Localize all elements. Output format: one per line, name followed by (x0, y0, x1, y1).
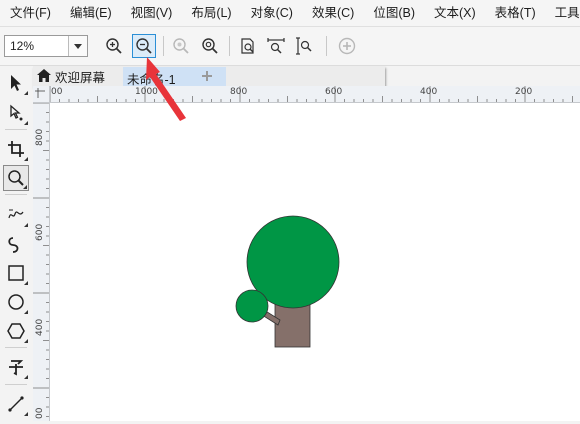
zoom-in-button[interactable] (102, 34, 126, 58)
menu-file[interactable]: 文件(F) (0, 0, 60, 26)
plus-icon (202, 71, 212, 81)
menu-edit[interactable]: 编辑(E) (60, 0, 121, 26)
zoom-page-icon (241, 38, 254, 54)
shape-tool[interactable] (3, 100, 29, 126)
shape-edit-icon (10, 104, 23, 121)
menu-view[interactable]: 视图(V) (121, 0, 182, 26)
ruler-label: 1000 (135, 87, 158, 97)
tree-crown-small[interactable] (235, 289, 269, 323)
menu-text[interactable]: 文本(X) (424, 0, 485, 26)
add-icon (338, 37, 356, 55)
zoom-page-width-icon (267, 38, 285, 54)
text-icon (9, 360, 24, 376)
vertical-ruler[interactable]: 800 600 400 00 (33, 86, 50, 421)
zoom-fit-all-button[interactable] (198, 34, 222, 58)
toolbar-divider (229, 36, 230, 56)
zoom-tool[interactable] (3, 165, 29, 191)
zoom-level-value: 12% (10, 39, 35, 53)
zoom-page-height-button[interactable] (292, 34, 316, 58)
crop-icon (8, 141, 24, 157)
ellipse-icon (8, 294, 24, 310)
zoom-out-button[interactable] (132, 34, 156, 58)
ruler-label: 400 (420, 87, 438, 97)
menu-tools[interactable]: 工具(O) (545, 0, 580, 26)
horizontal-ruler[interactable]: 00 1000 800 600 400 200 (33, 86, 580, 103)
menu-bitmaps[interactable]: 位图(B) (363, 0, 424, 26)
tab-welcome-label: 欢迎屏幕 (55, 70, 106, 85)
menu-layout[interactable]: 布局(L) (181, 0, 240, 26)
zoom-selected-icon (173, 38, 189, 54)
ruler-label: 200 (515, 87, 533, 97)
drawing-canvas[interactable] (50, 103, 580, 421)
ruler-label: 800 (230, 87, 248, 97)
zoom-out-icon (136, 38, 152, 54)
add-tab-button[interactable] (199, 68, 215, 84)
rectangle-icon (8, 265, 24, 281)
toolbox (0, 66, 34, 421)
toolbox-divider (5, 129, 27, 130)
freehand-icon (8, 209, 24, 219)
polygon-icon (7, 323, 25, 339)
ruler-label: 400 (35, 318, 45, 336)
zoom-fit-all-icon (202, 38, 218, 54)
freehand-tool[interactable] (3, 202, 29, 228)
crop-tool[interactable] (3, 136, 29, 162)
add-zoom-button[interactable] (335, 34, 359, 58)
ruler-origin[interactable] (33, 86, 50, 103)
artistic-media-icon (8, 237, 19, 253)
text-tool[interactable] (3, 354, 29, 380)
rectangle-tool[interactable] (3, 260, 29, 286)
zoom-page-height-icon (296, 37, 312, 55)
toolbar-divider (163, 36, 164, 56)
toolbar-divider (326, 36, 327, 56)
ruler-origin-icon (35, 88, 45, 98)
menu-table[interactable]: 表格(T) (485, 0, 545, 26)
ruler-label: 800 (35, 128, 45, 146)
ruler-label: 600 (325, 87, 343, 97)
toolbox-divider (5, 347, 27, 348)
zoom-selected-button[interactable] (169, 34, 193, 58)
menu-bar: 文件(F) 编辑(E) 视图(V) 布局(L) 对象(C) 效果(C) 位图(B… (0, 0, 580, 27)
chevron-down-icon[interactable] (68, 36, 87, 56)
zoom-page-button[interactable] (236, 34, 260, 58)
toolbox-divider (5, 384, 27, 385)
menu-effects[interactable]: 效果(C) (302, 0, 363, 26)
pick-tool[interactable] (3, 70, 29, 96)
horizontal-ruler-ticks (49, 86, 573, 102)
connector-tool[interactable] (3, 391, 29, 417)
tree-drawing (235, 215, 340, 348)
polygon-tool[interactable] (3, 318, 29, 344)
ruler-label: 00 (51, 87, 63, 97)
ellipse-tool[interactable] (3, 289, 29, 315)
ruler-label: 00 (35, 407, 45, 419)
zoom-toolbar: 12% (0, 27, 580, 66)
artistic-media-tool[interactable] (3, 231, 29, 257)
zoom-level-combo[interactable]: 12% (4, 35, 88, 57)
menu-object[interactable]: 对象(C) (241, 0, 302, 26)
zoom-page-width-button[interactable] (264, 34, 288, 58)
pointer-icon (11, 75, 21, 91)
ruler-label: 600 (35, 223, 45, 241)
zoom-in-icon (106, 38, 122, 54)
toolbox-divider (5, 194, 27, 195)
connector-icon (8, 396, 24, 412)
home-icon (37, 69, 51, 82)
document-tab-bar: 欢迎屏幕 未命名-1 (33, 66, 385, 87)
tab-welcome-screen[interactable]: 欢迎屏幕 (33, 66, 121, 86)
